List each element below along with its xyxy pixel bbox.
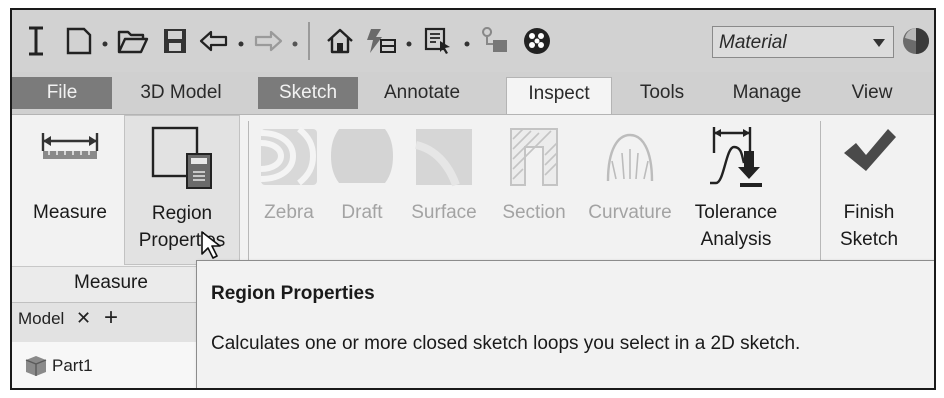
checkmark-icon: [840, 125, 898, 182]
region-properties-tooltip: Region Properties Calculates one or more…: [196, 260, 934, 388]
ribbon-panel: Measure Region Properties Zebra Draft Su…: [12, 114, 934, 272]
tab-view[interactable]: View: [830, 77, 914, 114]
measure-icon: [39, 125, 101, 170]
tab-inspect[interactable]: Inspect: [506, 77, 612, 115]
home-icon[interactable]: [324, 24, 356, 58]
appearance-icon[interactable]: [520, 24, 554, 58]
curvature-icon: [602, 125, 658, 192]
quick-access-toolbar: Material: [12, 10, 934, 72]
toolbar-separator: [308, 22, 310, 60]
open-folder-icon[interactable]: [116, 24, 150, 58]
update-dropdown-icon[interactable]: [404, 36, 414, 47]
select-icon[interactable]: [422, 24, 454, 58]
tab-tools[interactable]: Tools: [620, 77, 704, 114]
new-file-icon[interactable]: [64, 24, 94, 58]
tolerance-analysis-button[interactable]: Tolerance Analysis: [682, 115, 790, 265]
region-properties-button[interactable]: Region Properties: [124, 115, 240, 265]
mouse-pointer-icon: [200, 230, 222, 265]
measure-label: Measure: [33, 202, 107, 223]
material-value: Material: [719, 32, 787, 53]
update-icon[interactable]: [364, 24, 398, 58]
tooltip-title: Region Properties: [211, 283, 375, 304]
redo-icon[interactable]: [252, 24, 284, 58]
tooltip-description: Calculates one or more closed sketch loo…: [211, 333, 801, 354]
select-dropdown-icon[interactable]: [462, 36, 472, 47]
ribbon-tabs: File 3D Model Sketch Annotate Inspect To…: [12, 72, 934, 115]
section-button[interactable]: Section: [490, 115, 578, 265]
material-dropdown[interactable]: Material: [712, 26, 894, 58]
parameters-icon[interactable]: [480, 24, 510, 58]
tab-file[interactable]: File: [12, 77, 112, 109]
surface-icon: [414, 125, 474, 192]
finish-sketch-label: Finish Sketch: [839, 202, 899, 250]
tab-annotate[interactable]: Annotate: [364, 77, 480, 114]
new-dropdown-icon[interactable]: [100, 36, 110, 47]
measure-panel-label: Measure: [74, 272, 148, 293]
finish-sketch-button[interactable]: Finish Sketch: [824, 115, 914, 265]
text-cursor-icon[interactable]: [26, 24, 46, 58]
model-browser-tree: Part1: [12, 342, 196, 388]
model-browser-tabs: Model ✕ +: [12, 302, 196, 342]
close-icon[interactable]: ✕: [76, 308, 91, 329]
tree-item-part1[interactable]: Part1: [52, 356, 93, 376]
app-window: Material File 3D Model Sketch Annotate I…: [10, 8, 936, 390]
draft-label: Draft: [341, 202, 383, 223]
appearance-sphere-icon[interactable]: [900, 24, 932, 58]
zebra-label: Zebra: [264, 202, 314, 223]
part-icon: [22, 354, 48, 383]
section-label: Section: [502, 202, 566, 223]
tab-model[interactable]: Model: [18, 309, 64, 329]
zebra-button[interactable]: Zebra: [254, 115, 324, 265]
surface-label: Surface: [411, 202, 477, 223]
tab-3d-model[interactable]: 3D Model: [120, 77, 242, 114]
chevron-down-icon: [873, 39, 885, 47]
tab-manage[interactable]: Manage: [714, 77, 820, 114]
curvature-button[interactable]: Curvature: [580, 115, 680, 265]
ribbon-separator: [820, 121, 821, 263]
undo-icon[interactable]: [198, 24, 230, 58]
save-icon[interactable]: [160, 24, 190, 58]
draft-icon: [331, 125, 393, 192]
region-properties-icon: [149, 126, 215, 197]
measure-button[interactable]: Measure: [20, 115, 120, 265]
section-icon: [507, 125, 561, 192]
surface-button[interactable]: Surface: [402, 115, 486, 265]
tolerance-analysis-label: Tolerance Analysis: [694, 202, 778, 250]
add-tab-icon[interactable]: +: [104, 304, 118, 332]
zebra-icon: [259, 125, 319, 192]
ribbon-separator: [248, 121, 249, 263]
curvature-label: Curvature: [588, 202, 672, 223]
redo-dropdown-icon[interactable]: [290, 36, 300, 47]
tolerance-analysis-icon: [706, 125, 766, 196]
undo-dropdown-icon[interactable]: [236, 36, 246, 47]
tab-sketch[interactable]: Sketch: [258, 77, 358, 109]
draft-button[interactable]: Draft: [326, 115, 398, 265]
